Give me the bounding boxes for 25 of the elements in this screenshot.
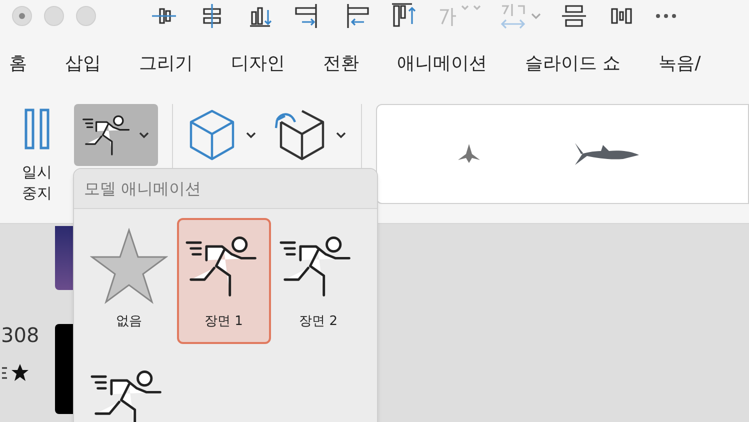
animation-dropdown-button[interactable]	[74, 104, 158, 166]
option-label: 없음	[116, 313, 142, 331]
rotate-cube-icon[interactable]	[273, 108, 327, 162]
pause-icon[interactable]	[23, 108, 51, 150]
menu-title: 모델 애니메이션	[84, 178, 202, 200]
slide-number: 308	[1, 322, 40, 349]
star-icon	[90, 228, 168, 304]
animation-option[interactable]: 장면 1	[176, 218, 271, 344]
cube-icon[interactable]	[187, 108, 237, 162]
pause-label[interactable]: 일시 중지	[17, 162, 57, 204]
ribbon-tab[interactable]: 홈	[9, 50, 27, 76]
animation-option[interactable]: 없음	[82, 218, 176, 344]
ribbon-tab[interactable]: 삽입	[65, 50, 101, 76]
close-window-button[interactable]	[12, 6, 32, 26]
ribbon-tab[interactable]: 녹음/	[658, 50, 701, 76]
shark-side-drawing	[573, 141, 641, 167]
ribbon-tab[interactable]: 디자인	[231, 50, 285, 76]
option-label: 장면 1	[204, 313, 243, 331]
option-label: 장면 2	[299, 313, 338, 331]
animation-option[interactable]: 장면 2	[271, 218, 366, 344]
ribbon-tab[interactable]: 슬라이드 쇼	[525, 50, 621, 76]
ribbon-tab[interactable]: 애니메이션	[397, 50, 487, 76]
animation-star-icon	[1, 362, 31, 384]
ribbon-tab[interactable]: 그리기	[139, 50, 193, 76]
ribbon-tab[interactable]: 전환	[323, 50, 359, 76]
